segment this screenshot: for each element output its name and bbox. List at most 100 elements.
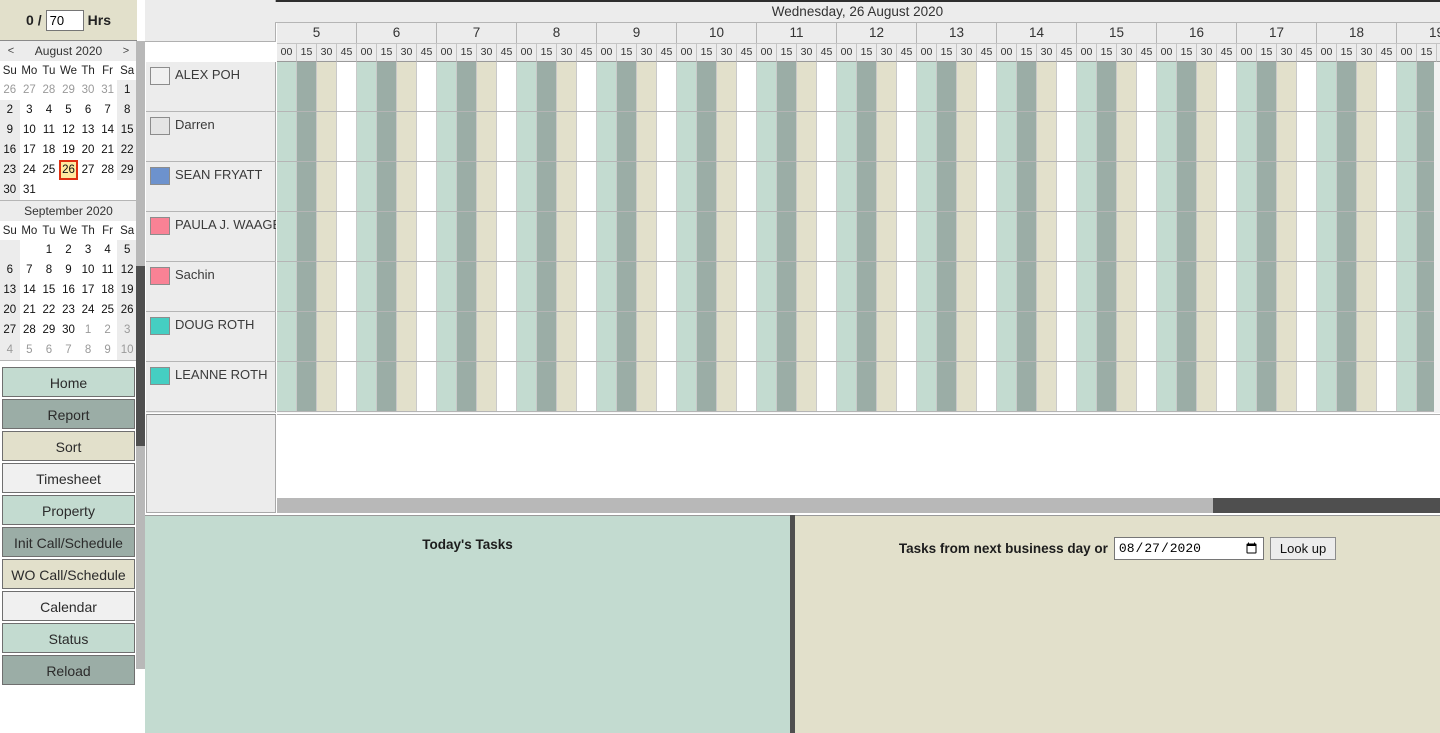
calendar-day[interactable]: 6 <box>39 340 59 360</box>
schedule-cell[interactable] <box>397 162 417 211</box>
schedule-cell[interactable] <box>537 162 557 211</box>
calendar-day[interactable]: 29 <box>39 320 59 340</box>
calendar-day[interactable]: 7 <box>59 340 79 360</box>
schedule-cell[interactable] <box>637 62 657 111</box>
schedule-cell[interactable] <box>697 112 717 161</box>
schedule-cell[interactable] <box>1117 212 1137 261</box>
schedule-cell[interactable] <box>937 312 957 361</box>
schedule-cell[interactable] <box>937 162 957 211</box>
schedule-cell[interactable] <box>1057 162 1077 211</box>
schedule-cell[interactable] <box>1337 312 1357 361</box>
calendar-day[interactable]: 14 <box>98 120 118 140</box>
resource-color-swatch[interactable] <box>150 67 170 85</box>
schedule-cell[interactable] <box>1217 262 1237 311</box>
schedule-cell[interactable] <box>1317 112 1337 161</box>
schedule-cell[interactable] <box>1057 112 1077 161</box>
schedule-cell[interactable] <box>1157 162 1177 211</box>
schedule-cell[interactable] <box>857 62 877 111</box>
schedule-cell[interactable] <box>697 262 717 311</box>
calendar-day[interactable]: 12 <box>117 260 137 280</box>
schedule-cell[interactable] <box>1137 212 1157 261</box>
calendar-day[interactable]: 21 <box>20 300 40 320</box>
schedule-cell[interactable] <box>1197 62 1217 111</box>
schedule-cell[interactable] <box>1277 212 1297 261</box>
schedule-cell[interactable] <box>517 162 537 211</box>
schedule-cell[interactable] <box>1337 112 1357 161</box>
schedule-cell[interactable] <box>1297 262 1317 311</box>
schedule-cell[interactable] <box>1237 62 1257 111</box>
schedule-cell[interactable] <box>1177 362 1197 411</box>
schedule-cell[interactable] <box>1037 262 1057 311</box>
schedule-cell[interactable] <box>617 62 637 111</box>
schedule-cell[interactable] <box>397 262 417 311</box>
schedule-cell[interactable] <box>277 162 297 211</box>
schedule-cell[interactable] <box>677 62 697 111</box>
schedule-cell[interactable] <box>397 312 417 361</box>
schedule-cell[interactable] <box>517 262 537 311</box>
schedule-cell[interactable] <box>377 312 397 361</box>
sidebar-scrollbar-thumb[interactable] <box>136 266 145 446</box>
schedule-cell[interactable] <box>1237 362 1257 411</box>
schedule-cell[interactable] <box>1317 312 1337 361</box>
schedule-grid[interactable] <box>277 62 1440 413</box>
schedule-cell[interactable] <box>757 362 777 411</box>
schedule-cell[interactable] <box>1137 162 1157 211</box>
schedule-cell[interactable] <box>837 312 857 361</box>
calendar-day[interactable]: 22 <box>39 300 59 320</box>
schedule-cell[interactable] <box>657 112 677 161</box>
schedule-cell[interactable] <box>697 162 717 211</box>
schedule-cell[interactable] <box>717 262 737 311</box>
schedule-cell[interactable] <box>1197 112 1217 161</box>
schedule-cell[interactable] <box>437 212 457 261</box>
schedule-cell[interactable] <box>937 212 957 261</box>
schedule-cell[interactable] <box>1277 62 1297 111</box>
schedule-cell[interactable] <box>957 162 977 211</box>
schedule-cell[interactable] <box>617 262 637 311</box>
schedule-cell[interactable] <box>657 362 677 411</box>
schedule-cell[interactable] <box>637 212 657 261</box>
schedule-cell[interactable] <box>1117 112 1137 161</box>
calendar-day[interactable]: 22 <box>117 140 137 160</box>
schedule-cell[interactable] <box>1357 362 1377 411</box>
schedule-cell[interactable] <box>617 162 637 211</box>
schedule-cell[interactable] <box>617 362 637 411</box>
schedule-cell[interactable] <box>577 212 597 261</box>
schedule-cell[interactable] <box>1377 262 1397 311</box>
schedule-cell[interactable] <box>1137 312 1157 361</box>
schedule-cell[interactable] <box>317 262 337 311</box>
schedule-cell[interactable] <box>857 262 877 311</box>
schedule-cell[interactable] <box>1257 162 1277 211</box>
schedule-cell[interactable] <box>597 162 617 211</box>
schedule-cell[interactable] <box>1337 262 1357 311</box>
schedule-row[interactable] <box>277 62 1440 112</box>
schedule-cell[interactable] <box>1197 162 1217 211</box>
schedule-cell[interactable] <box>737 312 757 361</box>
schedule-cell[interactable] <box>637 262 657 311</box>
schedule-cell[interactable] <box>917 162 937 211</box>
resource-row[interactable]: Darren <box>146 112 276 162</box>
schedule-cell[interactable] <box>1277 312 1297 361</box>
schedule-cell[interactable] <box>597 62 617 111</box>
schedule-cell[interactable] <box>497 162 517 211</box>
schedule-cell[interactable] <box>1257 62 1277 111</box>
schedule-cell[interactable] <box>637 112 657 161</box>
schedule-cell[interactable] <box>797 112 817 161</box>
schedule-cell[interactable] <box>617 312 637 361</box>
schedule-cell[interactable] <box>657 212 677 261</box>
calendar-day[interactable]: 16 <box>59 280 79 300</box>
schedule-cell[interactable] <box>1277 162 1297 211</box>
schedule-cell[interactable] <box>1097 362 1117 411</box>
schedule-cell[interactable] <box>317 212 337 261</box>
schedule-cell[interactable] <box>897 62 917 111</box>
schedule-cell[interactable] <box>397 212 417 261</box>
schedule-cell[interactable] <box>517 62 537 111</box>
schedule-cell[interactable] <box>797 212 817 261</box>
schedule-cell[interactable] <box>777 162 797 211</box>
schedule-cell[interactable] <box>737 62 757 111</box>
schedule-cell[interactable] <box>297 62 317 111</box>
sidebar-item-calendar[interactable]: Calendar <box>2 591 135 621</box>
schedule-cell[interactable] <box>877 112 897 161</box>
schedule-cell[interactable] <box>277 262 297 311</box>
schedule-cell[interactable] <box>1017 262 1037 311</box>
schedule-cell[interactable] <box>377 212 397 261</box>
